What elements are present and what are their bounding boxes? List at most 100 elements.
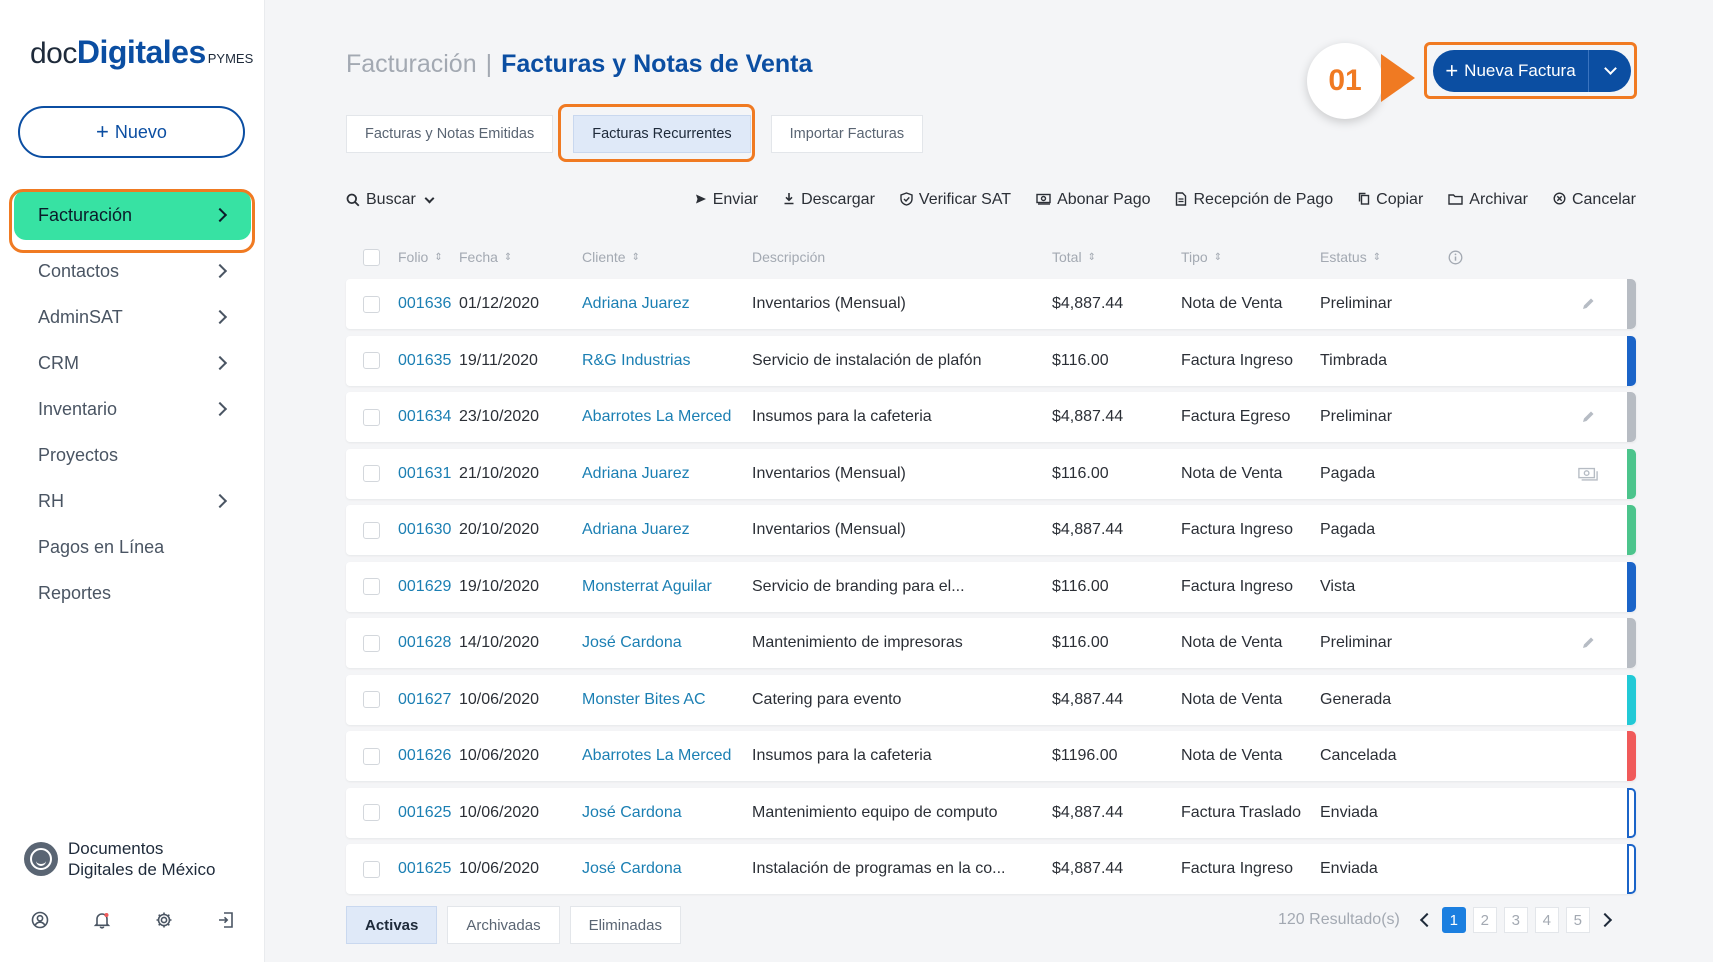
bell-icon[interactable] bbox=[92, 910, 112, 930]
table-row[interactable]: 001627 10/06/2020 Monster Bites AC Catering… bbox=[346, 674, 1636, 725]
sidebar-item-pagos-en-linea[interactable]: Pagos en Línea bbox=[14, 522, 251, 572]
column-header-fecha[interactable]: Fecha ⇕ bbox=[459, 244, 512, 270]
action-archivar[interactable]: Archivar bbox=[1448, 191, 1528, 209]
row-checkbox[interactable] bbox=[363, 804, 380, 821]
table-row[interactable]: 001629 19/10/2020 Monsterrat Aguilar Servic… bbox=[346, 561, 1636, 612]
organization[interactable]: Documentos Digitales de México bbox=[24, 838, 215, 880]
cell-cliente[interactable]: José Cardona bbox=[582, 618, 682, 668]
sidebar-item-crm[interactable]: CRM bbox=[14, 338, 251, 388]
action-copiar[interactable]: Copiar bbox=[1358, 191, 1423, 209]
row-checkbox[interactable] bbox=[363, 295, 380, 313]
row-checkbox[interactable] bbox=[363, 691, 380, 708]
action-descargar[interactable]: Descargar bbox=[783, 191, 875, 209]
cell-cliente[interactable]: Monster Bites AC bbox=[582, 675, 706, 725]
pencil-icon[interactable] bbox=[1578, 407, 1598, 427]
sidebar-item-inventario[interactable]: Inventario bbox=[14, 384, 251, 434]
column-header-cliente[interactable]: Cliente ⇕ bbox=[582, 244, 640, 270]
tab-importar-facturas[interactable]: Importar Facturas bbox=[770, 115, 924, 153]
filter-tab-eliminadas[interactable]: Eliminadas bbox=[569, 906, 681, 944]
gear-icon[interactable] bbox=[154, 910, 174, 930]
row-checkbox[interactable] bbox=[363, 408, 380, 426]
cell-cliente[interactable]: Adriana Juarez bbox=[582, 505, 690, 555]
cell-folio[interactable]: 001629 bbox=[398, 562, 451, 612]
row-checkbox[interactable] bbox=[363, 465, 380, 482]
pencil-icon[interactable] bbox=[1578, 294, 1598, 314]
user-icon[interactable] bbox=[30, 910, 50, 930]
filter-tab-archivadas[interactable]: Archivadas bbox=[447, 906, 560, 944]
sort-icon[interactable]: ⇕ bbox=[1214, 252, 1222, 263]
table-row[interactable]: 001634 23/10/2020 Abarrotes La Merced Insum… bbox=[346, 392, 1636, 442]
page-button[interactable]: 3 bbox=[1503, 907, 1528, 933]
column-header-total[interactable]: Total ⇕ bbox=[1052, 244, 1096, 270]
breadcrumb[interactable]: Facturación bbox=[346, 50, 477, 79]
cell-folio[interactable]: 001627 bbox=[398, 675, 451, 725]
action-enviar[interactable]: Enviar bbox=[695, 191, 758, 209]
column-header-estatus[interactable]: Estatus ⇕ bbox=[1320, 244, 1381, 270]
sidebar-item-facturacion[interactable]: Facturación bbox=[14, 190, 251, 240]
cell-cliente[interactable]: Abarrotes La Merced bbox=[582, 392, 731, 442]
cell-cliente[interactable]: José Cardona bbox=[582, 788, 682, 838]
action-abonar-pago[interactable]: Abonar Pago bbox=[1036, 191, 1150, 209]
sidebar-item-reportes[interactable]: Reportes bbox=[14, 568, 251, 618]
app-logo[interactable]: doc Digitales PYMES bbox=[30, 34, 253, 71]
row-checkbox[interactable] bbox=[363, 578, 380, 595]
row-checkbox[interactable] bbox=[363, 352, 380, 369]
cell-folio[interactable]: 001628 bbox=[398, 618, 451, 668]
select-all-checkbox[interactable] bbox=[363, 248, 380, 266]
cell-folio[interactable]: 001625 bbox=[398, 844, 451, 894]
cell-folio[interactable]: 001631 bbox=[398, 449, 451, 499]
table-row[interactable]: 001625 10/06/2020 José Cardona Mantenimient… bbox=[346, 787, 1636, 838]
pencil-icon[interactable] bbox=[1578, 633, 1598, 653]
tab-facturas-y-notas-emitidas[interactable]: Facturas y Notas Emitidas bbox=[346, 115, 554, 153]
cell-cliente[interactable]: R&G Industrias bbox=[582, 336, 690, 386]
filter-tab-activas[interactable]: Activas bbox=[346, 906, 438, 944]
cell-folio[interactable]: 001626 bbox=[398, 731, 451, 781]
cell-cliente[interactable]: Adriana Juarez bbox=[582, 279, 690, 329]
page-button[interactable]: 1 bbox=[1441, 907, 1466, 933]
cell-folio[interactable]: 001634 bbox=[398, 392, 451, 442]
previous-page-button[interactable] bbox=[1415, 907, 1435, 933]
page-button[interactable]: 5 bbox=[1565, 907, 1590, 933]
sort-icon[interactable]: ⇕ bbox=[1373, 252, 1381, 263]
table-row[interactable]: 001626 10/06/2020 Abarrotes La Merced Insum… bbox=[346, 731, 1636, 781]
search-dropdown[interactable]: Buscar bbox=[346, 191, 435, 209]
page-button[interactable]: 4 bbox=[1534, 907, 1559, 933]
next-page-button[interactable] bbox=[1597, 907, 1617, 933]
row-checkbox[interactable] bbox=[363, 860, 380, 878]
sidebar-item-adminsat[interactable]: AdminSAT bbox=[14, 292, 251, 342]
new-invoice-main[interactable]: + Nueva Factura bbox=[1433, 50, 1588, 92]
cell-cliente[interactable]: José Cardona bbox=[582, 844, 682, 894]
row-checkbox[interactable] bbox=[363, 521, 380, 539]
sidebar-item-contactos[interactable]: Contactos bbox=[14, 246, 251, 296]
table-row[interactable]: 001631 21/10/2020 Adriana Juarez Inventario… bbox=[346, 448, 1636, 499]
cell-folio[interactable]: 001636 bbox=[398, 279, 451, 329]
sort-icon[interactable]: ⇕ bbox=[434, 252, 442, 263]
row-checkbox[interactable] bbox=[363, 747, 380, 765]
sidebar-item-proyectos[interactable]: Proyectos bbox=[14, 430, 251, 480]
sort-icon[interactable]: ⇕ bbox=[504, 252, 512, 263]
info-icon[interactable] bbox=[1448, 244, 1463, 270]
cell-cliente[interactable]: Adriana Juarez bbox=[582, 449, 690, 499]
cell-cliente[interactable]: Monsterrat Aguilar bbox=[582, 562, 712, 612]
logout-icon[interactable] bbox=[216, 910, 236, 930]
sort-icon[interactable]: ⇕ bbox=[632, 252, 640, 263]
table-row[interactable]: 001628 14/10/2020 José Cardona Mantenimient… bbox=[346, 618, 1636, 668]
cell-folio[interactable]: 001635 bbox=[398, 336, 451, 386]
sidebar-item-rh[interactable]: RH bbox=[14, 476, 251, 526]
table-row[interactable]: 001630 20/10/2020 Adriana Juarez Inventario… bbox=[346, 505, 1636, 555]
action-recepcion-de-pago[interactable]: Recepción de Pago bbox=[1175, 191, 1333, 209]
page-button[interactable]: 2 bbox=[1472, 907, 1497, 933]
table-row[interactable]: 001625 10/06/2020 José Cardona Instalación … bbox=[346, 844, 1636, 894]
new-button[interactable]: + Nuevo bbox=[18, 106, 245, 158]
table-row[interactable]: 001635 19/11/2020 R&G Industrias Servicio d… bbox=[346, 335, 1636, 386]
new-invoice-dropdown[interactable] bbox=[1589, 50, 1631, 92]
sort-icon[interactable]: ⇕ bbox=[1088, 252, 1096, 263]
action-verificar-sat[interactable]: Verificar SAT bbox=[900, 191, 1011, 209]
table-row[interactable]: 001636 01/12/2020 Adriana Juarez Inventario… bbox=[346, 279, 1636, 329]
column-header-tipo[interactable]: Tipo ⇕ bbox=[1181, 244, 1222, 270]
tab-facturas-recurrentes[interactable]: Facturas Recurrentes bbox=[573, 115, 751, 153]
column-header-folio[interactable]: Folio ⇕ bbox=[398, 244, 443, 270]
action-cancelar[interactable]: Cancelar bbox=[1553, 191, 1636, 209]
cell-cliente[interactable]: Abarrotes La Merced bbox=[582, 731, 731, 781]
row-checkbox[interactable] bbox=[363, 634, 380, 652]
